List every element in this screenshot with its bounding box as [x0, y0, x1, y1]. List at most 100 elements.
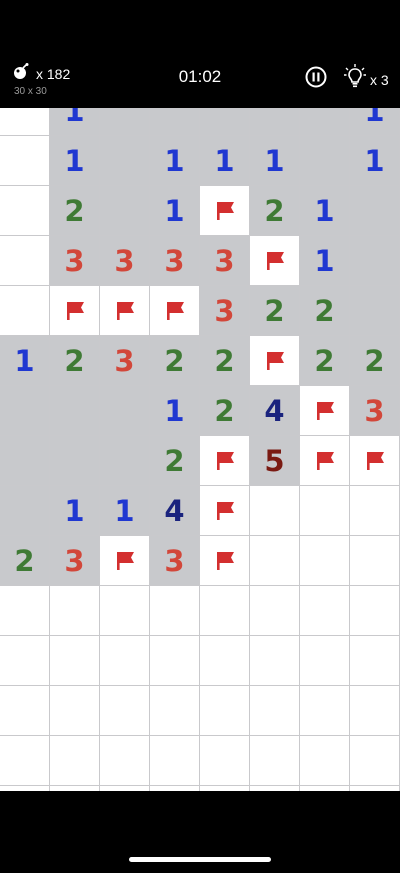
unrevealed-cell[interactable] — [100, 586, 150, 636]
flagged-cell[interactable] — [200, 436, 250, 486]
unrevealed-cell[interactable] — [0, 136, 50, 186]
flagged-cell[interactable] — [200, 536, 250, 586]
number-cell-1[interactable]: 1 — [50, 136, 100, 186]
empty-cell[interactable] — [50, 386, 100, 436]
unrevealed-cell[interactable] — [100, 636, 150, 686]
unrevealed-cell[interactable] — [50, 736, 100, 786]
empty-cell[interactable] — [50, 436, 100, 486]
unrevealed-cell[interactable] — [150, 686, 200, 736]
unrevealed-cell[interactable] — [350, 586, 400, 636]
number-cell-1[interactable]: 1 — [0, 336, 50, 386]
flagged-cell[interactable] — [300, 386, 350, 436]
number-cell-2[interactable]: 2 — [300, 336, 350, 386]
number-cell-3[interactable]: 3 — [100, 236, 150, 286]
unrevealed-cell[interactable] — [350, 686, 400, 736]
number-cell-3[interactable]: 3 — [200, 236, 250, 286]
unrevealed-cell[interactable] — [300, 736, 350, 786]
unrevealed-cell[interactable] — [0, 586, 50, 636]
unrevealed-cell[interactable] — [350, 636, 400, 686]
number-cell-2[interactable]: 2 — [200, 336, 250, 386]
unrevealed-cell[interactable] — [250, 636, 300, 686]
number-cell-3[interactable]: 3 — [100, 336, 150, 386]
unrevealed-cell[interactable] — [300, 686, 350, 736]
unrevealed-cell[interactable] — [200, 736, 250, 786]
unrevealed-cell[interactable] — [200, 636, 250, 686]
number-cell-3[interactable]: 3 — [150, 236, 200, 286]
flagged-cell[interactable] — [100, 536, 150, 586]
number-cell-4[interactable]: 4 — [250, 386, 300, 436]
flagged-cell[interactable] — [350, 436, 400, 486]
empty-cell[interactable] — [0, 436, 50, 486]
empty-cell[interactable] — [0, 486, 50, 536]
empty-cell[interactable] — [0, 386, 50, 436]
number-cell-2[interactable]: 2 — [350, 336, 400, 386]
unrevealed-cell[interactable] — [0, 236, 50, 286]
unrevealed-cell[interactable] — [0, 636, 50, 686]
number-cell-1[interactable]: 1 — [300, 236, 350, 286]
unrevealed-cell[interactable] — [50, 636, 100, 686]
number-cell-5[interactable]: 5 — [250, 436, 300, 486]
unrevealed-cell[interactable] — [150, 636, 200, 686]
number-cell-1[interactable]: 1 — [250, 136, 300, 186]
unrevealed-cell[interactable] — [0, 286, 50, 336]
empty-cell[interactable] — [100, 186, 150, 236]
unrevealed-cell[interactable] — [100, 686, 150, 736]
number-cell-3[interactable]: 3 — [150, 536, 200, 586]
unrevealed-cell[interactable] — [0, 108, 50, 136]
flagged-cell[interactable] — [250, 236, 300, 286]
empty-cell[interactable] — [300, 108, 350, 136]
empty-cell[interactable] — [250, 108, 300, 136]
unrevealed-cell[interactable] — [200, 686, 250, 736]
unrevealed-cell[interactable] — [0, 686, 50, 736]
empty-cell[interactable] — [200, 108, 250, 136]
unrevealed-cell[interactable] — [300, 536, 350, 586]
unrevealed-cell[interactable] — [50, 686, 100, 736]
number-cell-1[interactable]: 1 — [350, 136, 400, 186]
number-cell-1[interactable]: 1 — [150, 386, 200, 436]
empty-cell[interactable] — [350, 236, 400, 286]
number-cell-1[interactable]: 1 — [50, 108, 100, 136]
empty-cell[interactable] — [100, 108, 150, 136]
number-cell-1[interactable]: 1 — [50, 486, 100, 536]
number-cell-2[interactable]: 2 — [250, 286, 300, 336]
unrevealed-cell[interactable] — [250, 536, 300, 586]
unrevealed-cell[interactable] — [300, 486, 350, 536]
unrevealed-cell[interactable] — [300, 636, 350, 686]
flagged-cell[interactable] — [300, 436, 350, 486]
number-cell-3[interactable]: 3 — [50, 236, 100, 286]
number-cell-1[interactable]: 1 — [200, 136, 250, 186]
empty-cell[interactable] — [150, 108, 200, 136]
unrevealed-cell[interactable] — [350, 486, 400, 536]
flagged-cell[interactable] — [200, 486, 250, 536]
pause-button[interactable] — [305, 66, 327, 88]
number-cell-1[interactable]: 1 — [100, 486, 150, 536]
flagged-cell[interactable] — [250, 336, 300, 386]
number-cell-2[interactable]: 2 — [50, 336, 100, 386]
hint-button[interactable]: x 3 — [344, 64, 389, 95]
number-cell-2[interactable]: 2 — [300, 286, 350, 336]
flagged-cell[interactable] — [100, 286, 150, 336]
flagged-cell[interactable] — [200, 186, 250, 236]
number-cell-1[interactable]: 1 — [150, 186, 200, 236]
number-cell-1[interactable]: 1 — [350, 108, 400, 136]
number-cell-2[interactable]: 2 — [150, 436, 200, 486]
number-cell-3[interactable]: 3 — [50, 536, 100, 586]
number-cell-2[interactable]: 2 — [250, 186, 300, 236]
number-cell-1[interactable]: 1 — [150, 136, 200, 186]
empty-cell[interactable] — [100, 136, 150, 186]
unrevealed-cell[interactable] — [50, 586, 100, 636]
number-cell-1[interactable]: 1 — [300, 186, 350, 236]
unrevealed-cell[interactable] — [250, 486, 300, 536]
number-cell-4[interactable]: 4 — [150, 486, 200, 536]
number-cell-3[interactable]: 3 — [350, 386, 400, 436]
flagged-cell[interactable] — [150, 286, 200, 336]
empty-cell[interactable] — [350, 286, 400, 336]
unrevealed-cell[interactable] — [250, 686, 300, 736]
empty-cell[interactable] — [100, 436, 150, 486]
empty-cell[interactable] — [350, 186, 400, 236]
unrevealed-cell[interactable] — [350, 536, 400, 586]
unrevealed-cell[interactable] — [100, 736, 150, 786]
number-cell-2[interactable]: 2 — [150, 336, 200, 386]
number-cell-3[interactable]: 3 — [200, 286, 250, 336]
empty-cell[interactable] — [300, 136, 350, 186]
